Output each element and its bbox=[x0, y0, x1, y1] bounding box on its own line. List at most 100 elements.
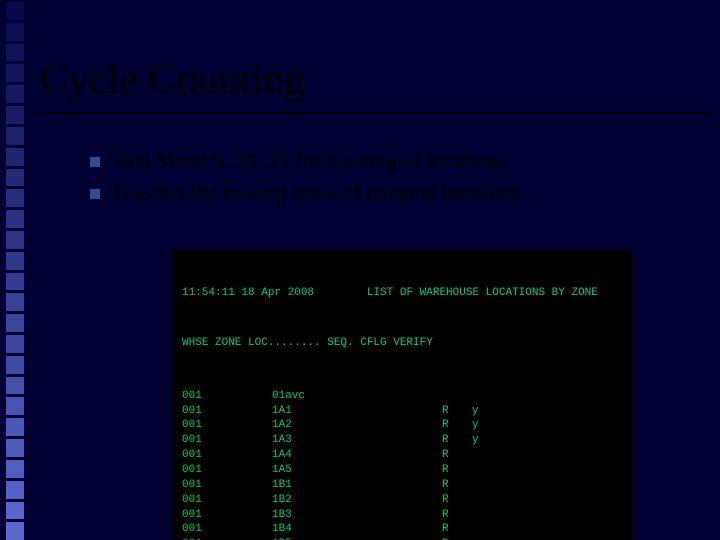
cell-cflg bbox=[442, 389, 472, 404]
cell-loc: 1A5 bbox=[272, 463, 402, 478]
decor-square bbox=[6, 127, 24, 145]
cell-verify bbox=[472, 493, 502, 508]
list-item: Use this list to keep track of counted l… bbox=[90, 180, 720, 206]
cell-loc: 1B4 bbox=[272, 522, 402, 537]
decorative-sidebar bbox=[0, 0, 30, 540]
decor-square bbox=[6, 252, 24, 270]
cell-seq bbox=[402, 404, 442, 419]
cell-seq bbox=[402, 463, 442, 478]
decor-square bbox=[6, 148, 24, 166]
cell-verify bbox=[472, 389, 502, 404]
terminal-screenshot: 11:54:11 18 Apr 2008 LIST OF WAREHOUSE L… bbox=[172, 250, 632, 540]
cell-loc: 1B2 bbox=[272, 493, 402, 508]
cell-whse: 001 bbox=[182, 478, 222, 493]
title-underline bbox=[32, 112, 712, 114]
slide-content: Cycle Counting Run Menu 9. 20. 21 for a … bbox=[32, 0, 720, 540]
cell-verify bbox=[472, 478, 502, 493]
cell-loc: 1B3 bbox=[272, 508, 402, 523]
cell-loc: 1B1 bbox=[272, 478, 402, 493]
cell-loc: 1A1 bbox=[272, 404, 402, 419]
cell-zone bbox=[222, 463, 272, 478]
cell-verify: y bbox=[472, 418, 502, 433]
cell-verify bbox=[472, 508, 502, 523]
cell-seq bbox=[402, 389, 442, 404]
slide-title: Cycle Counting bbox=[40, 56, 720, 104]
cell-whse: 001 bbox=[182, 493, 222, 508]
decor-square bbox=[6, 418, 24, 436]
bullet-square-icon bbox=[90, 189, 100, 199]
decor-square bbox=[6, 189, 24, 207]
decor-square bbox=[6, 377, 24, 395]
table-row: 0011A1Ry bbox=[182, 404, 622, 419]
decor-square bbox=[6, 85, 24, 103]
cell-zone bbox=[222, 418, 272, 433]
cell-whse: 001 bbox=[182, 433, 222, 448]
table-row: 001 1A4 R bbox=[182, 448, 622, 463]
cell-loc: 1A4 bbox=[272, 448, 402, 463]
cell-zone bbox=[222, 389, 272, 404]
cell-cflg: R bbox=[442, 463, 472, 478]
decor-square bbox=[6, 169, 24, 187]
cell-loc: 1A2 bbox=[272, 418, 402, 433]
cell-seq bbox=[402, 493, 442, 508]
decor-square bbox=[6, 273, 24, 291]
cell-whse: 001 bbox=[182, 522, 222, 537]
terminal-rows: 00101avc0011A1Ry0011A2Ry0011A3Ry0011A4R0… bbox=[182, 389, 622, 540]
table-row: 001 1B2 R bbox=[182, 493, 622, 508]
table-row: 001 1B4 R bbox=[182, 522, 622, 537]
decor-square bbox=[6, 481, 24, 499]
decor-square bbox=[6, 231, 24, 249]
cell-whse: 001 bbox=[182, 508, 222, 523]
cell-zone bbox=[222, 404, 272, 419]
cell-seq bbox=[402, 508, 442, 523]
cell-zone bbox=[222, 522, 272, 537]
cell-seq bbox=[402, 448, 442, 463]
cell-whse: 001 bbox=[182, 463, 222, 478]
cell-cflg: R bbox=[442, 522, 472, 537]
cell-cflg: R bbox=[442, 448, 472, 463]
cell-whse: 001 bbox=[182, 389, 222, 404]
cell-whse: 001 bbox=[182, 448, 222, 463]
cell-zone bbox=[222, 478, 272, 493]
decor-square bbox=[6, 502, 24, 520]
decor-square bbox=[6, 64, 24, 82]
bullet-list: Run Menu 9. 20. 21 for a listing of loca… bbox=[90, 148, 720, 206]
decor-square bbox=[6, 44, 24, 62]
decor-square bbox=[6, 314, 24, 332]
decor-square bbox=[6, 2, 24, 20]
cell-zone bbox=[222, 493, 272, 508]
terminal-report-title: LIST OF WAREHOUSE LOCATIONS BY ZONE bbox=[367, 287, 598, 299]
cell-verify: y bbox=[472, 404, 502, 419]
terminal-header: 11:54:11 18 Apr 2008 LIST OF WAREHOUSE L… bbox=[182, 286, 622, 301]
table-row: 001 1A2 Ry bbox=[182, 418, 622, 433]
table-row: 001 1A3 Ry bbox=[182, 433, 622, 448]
terminal-columns-header: WHSE ZONE LOC........ SEQ. CFLG VERIFY bbox=[182, 336, 622, 351]
decor-square bbox=[6, 335, 24, 353]
bullet-text: Run Menu 9. 20. 21 for a listing of loca… bbox=[114, 148, 511, 174]
cell-loc: 1A3 bbox=[272, 433, 402, 448]
decor-square bbox=[6, 460, 24, 478]
table-row: 0011B1R bbox=[182, 478, 622, 493]
cell-cflg: R bbox=[442, 404, 472, 419]
cell-cflg: R bbox=[442, 493, 472, 508]
cell-verify bbox=[472, 448, 502, 463]
cell-cflg: R bbox=[442, 418, 472, 433]
cell-zone bbox=[222, 508, 272, 523]
cell-seq bbox=[402, 433, 442, 448]
cell-verify bbox=[472, 522, 502, 537]
cell-cflg: R bbox=[442, 508, 472, 523]
cell-seq bbox=[402, 478, 442, 493]
cell-loc: 01avc bbox=[272, 389, 402, 404]
decor-square bbox=[6, 106, 24, 124]
table-row: 001 1B3 R bbox=[182, 508, 622, 523]
decor-square bbox=[6, 397, 24, 415]
cell-zone bbox=[222, 433, 272, 448]
cell-whse: 001 bbox=[182, 418, 222, 433]
cell-cflg: R bbox=[442, 433, 472, 448]
table-row: 001 01avc bbox=[182, 389, 622, 404]
decor-square bbox=[6, 439, 24, 457]
cell-seq bbox=[402, 522, 442, 537]
cell-verify: y bbox=[472, 433, 502, 448]
cell-seq bbox=[402, 418, 442, 433]
decor-square bbox=[6, 522, 24, 540]
